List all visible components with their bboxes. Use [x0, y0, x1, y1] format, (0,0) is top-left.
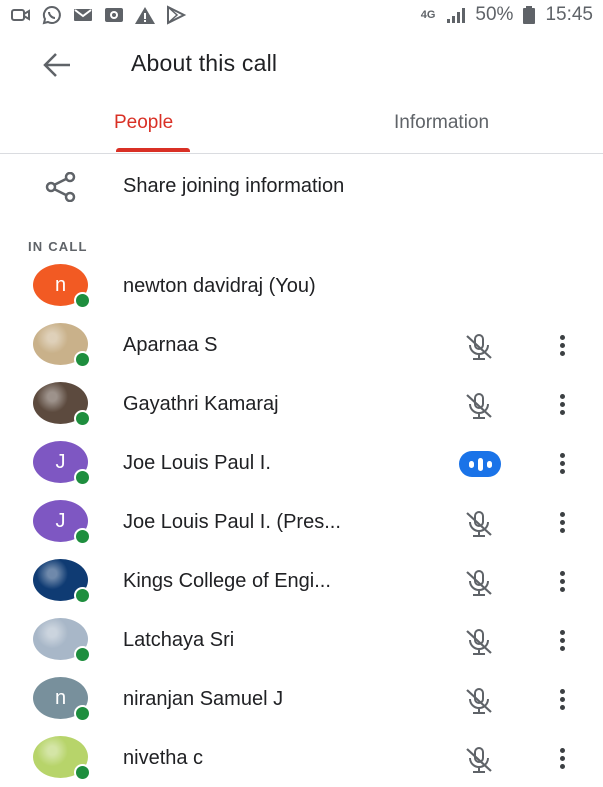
presence-indicator [74, 705, 91, 722]
battery-icon [523, 6, 536, 24]
clock: 15:45 [545, 4, 593, 25]
mic-off-icon [462, 509, 496, 544]
in-call-section-label: IN CALL [28, 239, 88, 254]
presence-indicator [74, 587, 91, 604]
photo-icon [105, 8, 123, 22]
participant-row[interactable]: J Joe Louis Paul I. (Pres... [0, 492, 603, 551]
mic-off-icon [462, 391, 496, 426]
participant-name: Joe Louis Paul I. (Pres... [123, 511, 341, 533]
presence-indicator [74, 764, 91, 781]
participant-row[interactable]: Gayathri Kamaraj [0, 374, 603, 433]
participant-row[interactable]: Aparnaa S [0, 315, 603, 374]
more-options-icon[interactable] [552, 686, 572, 712]
participant-list: n newton davidraj (You) Aparnaa S Gayathri … [0, 256, 603, 787]
mail-icon [74, 9, 92, 21]
page-title: About this call [131, 50, 278, 76]
presence-indicator [74, 410, 91, 427]
more-options-icon[interactable] [552, 627, 572, 653]
video-notification-icon [11, 9, 30, 21]
participant-name: Latchaya Sri [123, 629, 235, 651]
whatsapp-icon [42, 5, 61, 25]
speaking-indicator-icon [459, 451, 501, 477]
presence-indicator [74, 528, 91, 545]
arrow-back-icon [43, 53, 70, 77]
participant-row[interactable]: nivetha c [0, 728, 603, 787]
mic-off-icon [462, 745, 496, 780]
mic-off-icon [462, 568, 496, 603]
participant-name: Gayathri Kamaraj [123, 393, 279, 415]
participant-row[interactable]: Latchaya Sri [0, 610, 603, 669]
presence-indicator [74, 292, 91, 309]
network-type: 4G [420, 9, 436, 21]
participant-name: nivetha c [123, 747, 204, 769]
share-joining-information-button[interactable]: Share joining information [0, 158, 603, 216]
participant-row[interactable]: n newton davidraj (You) [0, 256, 603, 315]
more-options-icon[interactable] [552, 509, 572, 535]
more-options-icon[interactable] [552, 568, 572, 594]
more-options-icon[interactable] [552, 745, 572, 771]
participant-row[interactable]: J Joe Louis Paul I. [0, 433, 603, 492]
battery-percentage: 50% [475, 4, 514, 25]
status-bar: 4G 50% 15:45 [0, 0, 603, 30]
share-label: Share joining information [123, 175, 345, 197]
mic-off-icon [462, 627, 496, 662]
participant-row[interactable]: Kings College of Engi... [0, 551, 603, 610]
notification-icons [10, 5, 187, 25]
signal-icon [447, 8, 466, 23]
tab-bar: People Information [0, 100, 603, 154]
more-options-icon[interactable] [552, 450, 572, 476]
participant-row[interactable]: n niranjan Samuel J [0, 669, 603, 728]
selected-tab-indicator [116, 148, 190, 152]
back-button[interactable] [40, 50, 80, 80]
presence-indicator [74, 469, 91, 486]
top-app-bar: About this call [0, 36, 603, 92]
participant-name: Kings College of Engi... [123, 570, 331, 592]
presence-indicator [74, 351, 91, 368]
share-icon [45, 172, 76, 202]
play-store-icon [167, 5, 187, 25]
participant-name: Joe Louis Paul I. [123, 452, 271, 474]
mic-off-icon [462, 332, 496, 367]
system-status: 4G 50% 15:45 [421, 4, 593, 26]
participant-name: newton davidraj (You) [123, 275, 316, 297]
tab-information[interactable]: Information [394, 112, 489, 134]
participant-name: niranjan Samuel J [123, 688, 284, 710]
more-options-icon[interactable] [552, 391, 572, 417]
more-options-icon[interactable] [552, 332, 572, 358]
participant-name: Aparnaa S [123, 334, 218, 356]
mic-off-icon [462, 686, 496, 721]
presence-indicator [74, 646, 91, 663]
tab-people[interactable]: People [114, 112, 173, 134]
warning-icon [135, 7, 155, 24]
